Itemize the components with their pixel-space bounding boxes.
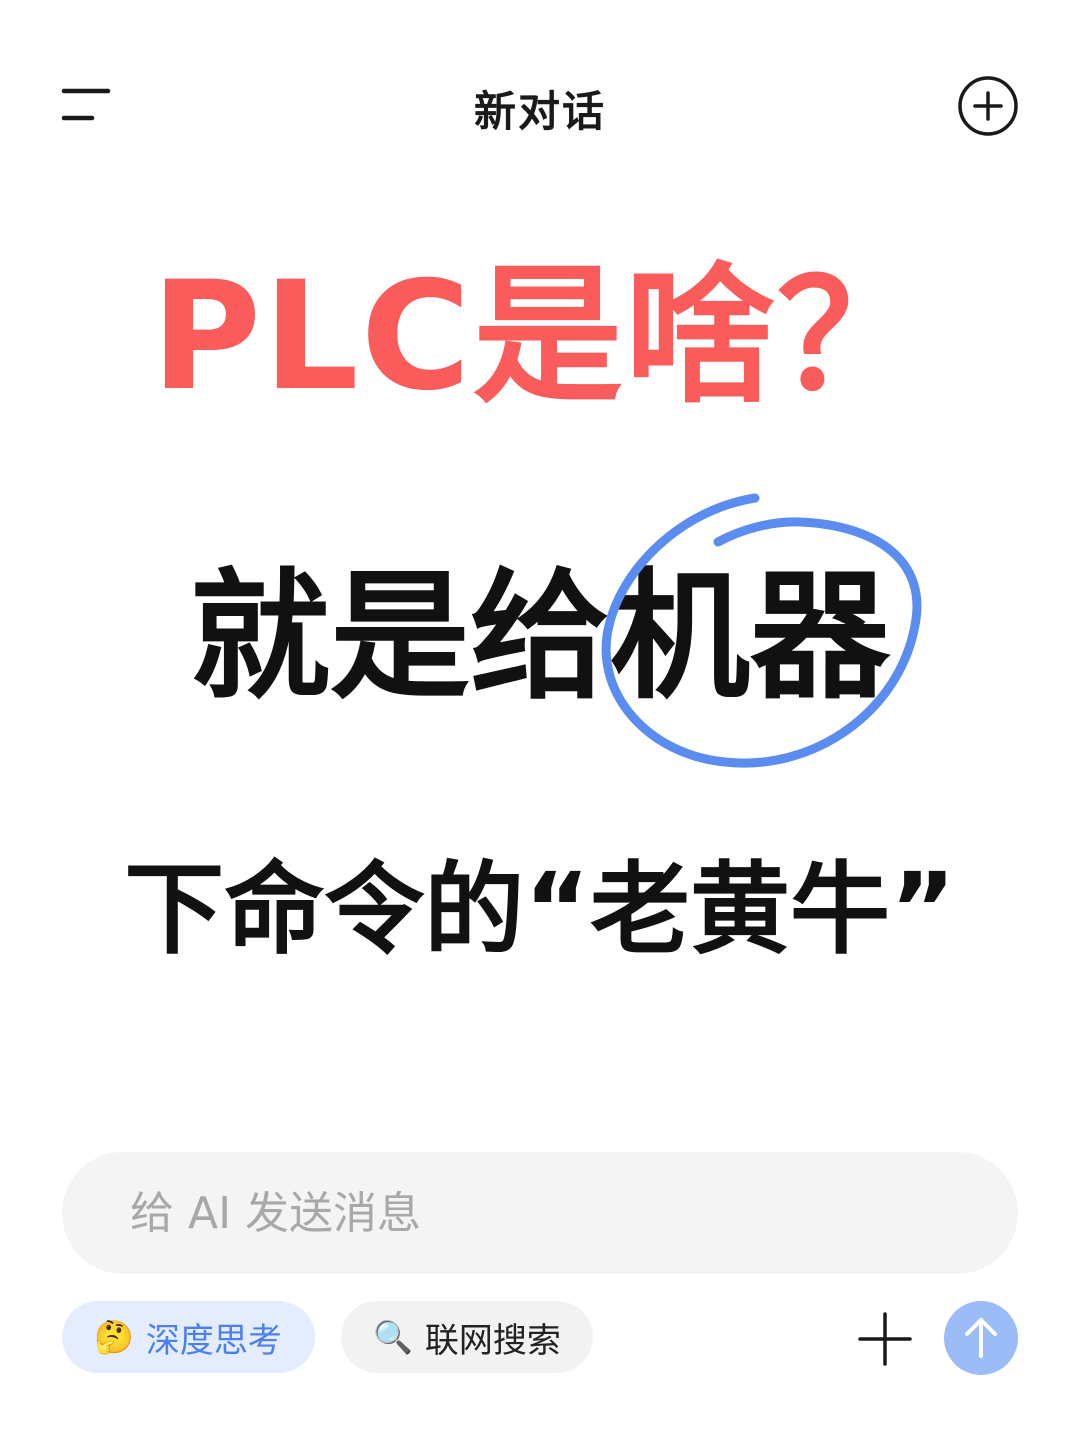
top-bar: 新对话	[0, 0, 1080, 210]
thinking-face-icon: 🤔	[94, 1318, 134, 1356]
deep-think-button[interactable]: 🤔 深度思考	[62, 1301, 315, 1373]
send-button[interactable]	[944, 1301, 1018, 1375]
subtitle-line-3: 下命令的“老黄牛”	[124, 851, 956, 968]
page-title: 新对话	[473, 87, 606, 136]
web-search-label: 联网搜索	[424, 1320, 561, 1361]
message-input-container	[62, 1152, 1018, 1274]
new-chat-button[interactable]	[956, 74, 1020, 138]
arrow-up-icon	[965, 1318, 997, 1358]
subtitle-line-2: 就是给机器	[189, 556, 890, 719]
message-input[interactable]	[128, 1186, 952, 1240]
plus-icon	[858, 1312, 912, 1366]
deep-think-label: 深度思考	[145, 1320, 282, 1361]
plus-circle-icon	[958, 76, 1018, 136]
headline-text: PLC是啥？	[151, 250, 929, 424]
magnifier-icon: 🔍	[373, 1318, 413, 1356]
web-search-button[interactable]: 🔍 联网搜索	[341, 1301, 593, 1373]
attach-button[interactable]	[856, 1310, 914, 1368]
